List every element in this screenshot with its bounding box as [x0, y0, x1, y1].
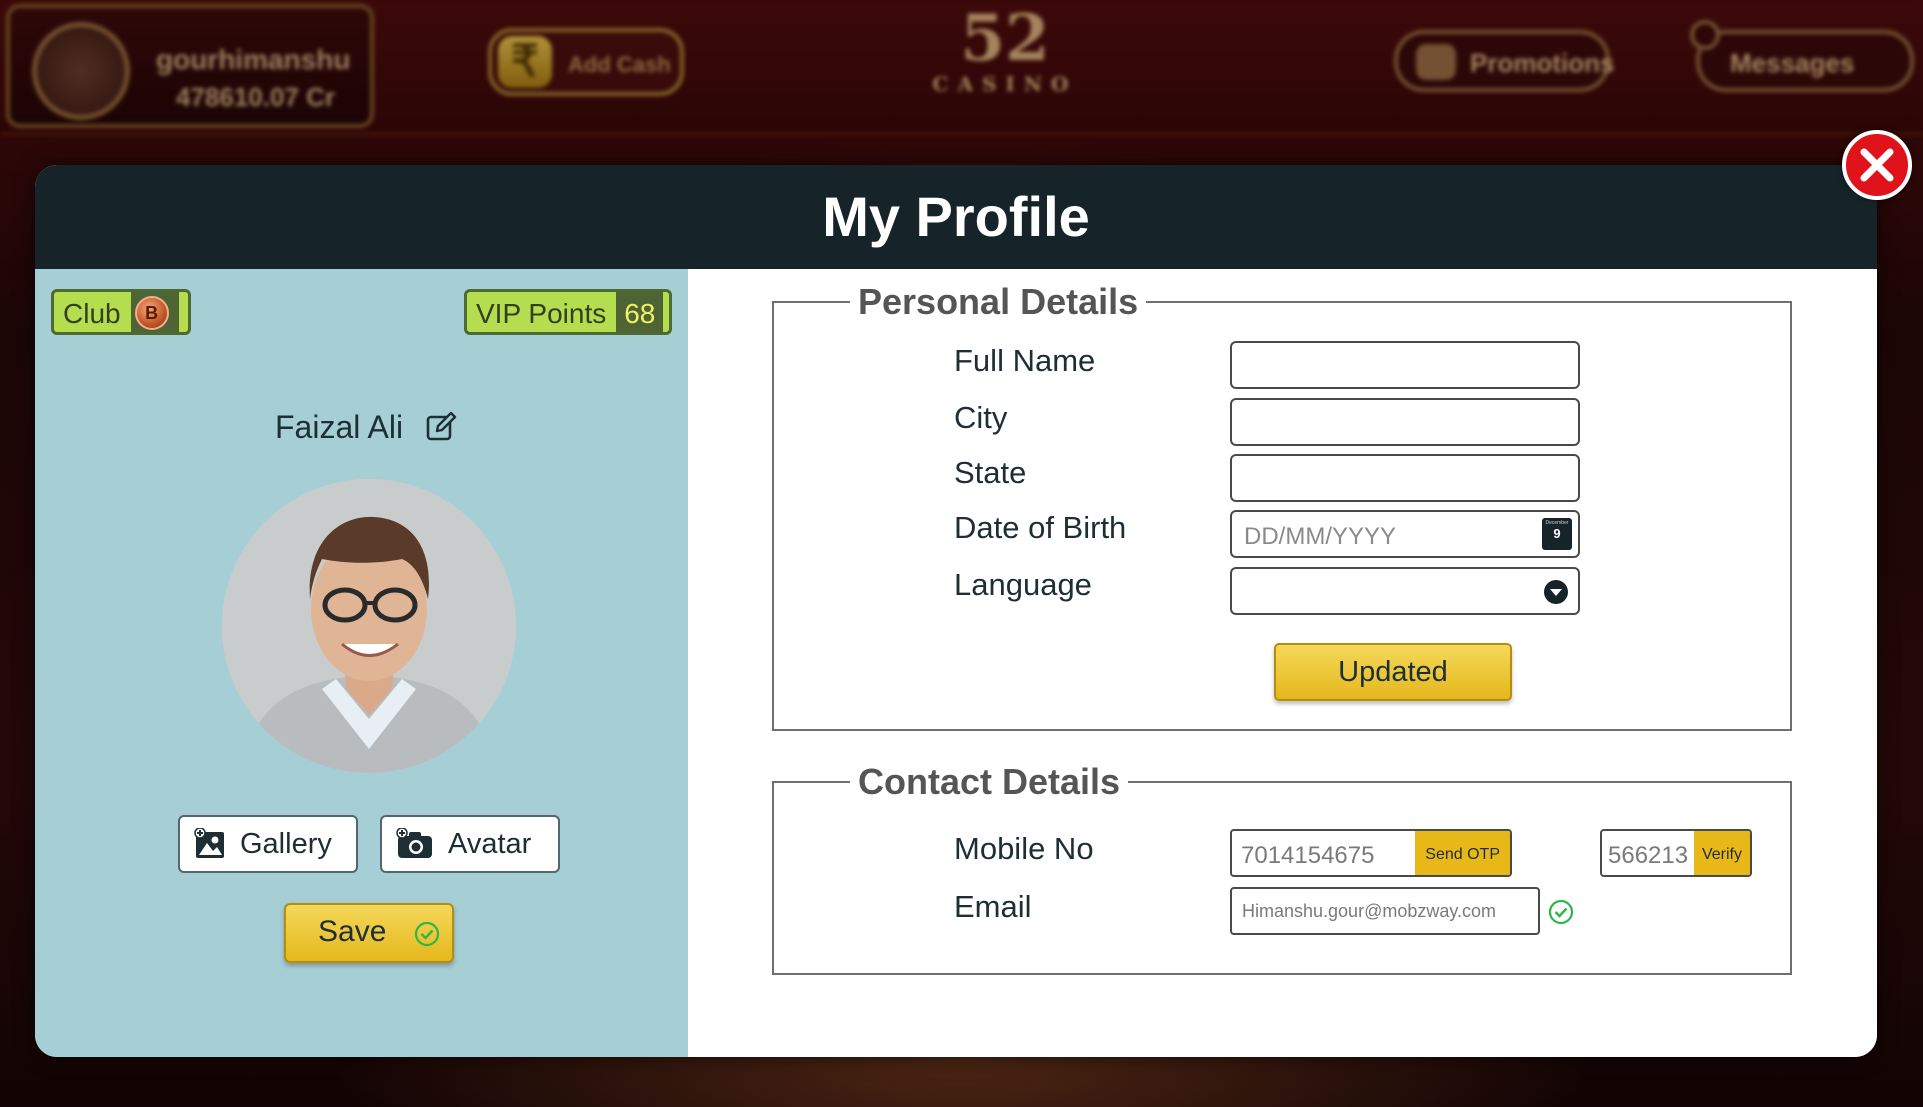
- avatar-button[interactable]: Avatar: [380, 815, 560, 873]
- vip-points-label: VIP Points: [476, 298, 607, 329]
- user-balance: 478610.07 Cr: [176, 82, 336, 112]
- player-name: Faizal Ali: [275, 409, 404, 445]
- otp-field[interactable]: 566213 Verify: [1600, 829, 1752, 877]
- profile-sidebar: Club B VIP Points 68 Faizal Ali Gallery …: [35, 269, 688, 1057]
- club-badge: Club B: [51, 289, 191, 335]
- details-panel: Personal Details Full Name City State Da…: [688, 269, 1877, 1057]
- gallery-label: Gallery: [240, 827, 332, 860]
- mobile-field[interactable]: 7014154675 Send OTP: [1230, 829, 1512, 877]
- profile-photo: [222, 479, 516, 773]
- mobile-value: 7014154675: [1241, 842, 1375, 869]
- personal-details-section: Personal Details Full Name City State Da…: [772, 281, 1792, 731]
- state-label: State: [954, 455, 1027, 490]
- update-button[interactable]: Updated: [1274, 643, 1512, 701]
- full-name-label: Full Name: [954, 343, 1096, 378]
- profile-modal: My Profile Club B VIP Points 68 Faizal A…: [35, 165, 1877, 1057]
- email-field[interactable]: Himanshu.gour@mobzway.com: [1230, 887, 1540, 935]
- email-verified-icon: [1548, 899, 1574, 925]
- check-circle-icon: [414, 921, 440, 947]
- club-value: B: [130, 292, 179, 332]
- contact-details-legend: Contact Details: [850, 761, 1129, 803]
- close-icon: [1860, 148, 1894, 182]
- dob-placeholder: DD/MM/YYYY: [1244, 523, 1397, 550]
- username: gourhimanshu: [156, 44, 351, 75]
- edit-icon[interactable]: [425, 411, 457, 443]
- avatar-label: Avatar: [448, 827, 532, 860]
- modal-title: My Profile: [822, 185, 1090, 248]
- contact-details-section: Contact Details Mobile No 7014154675 Sen…: [772, 761, 1792, 975]
- club-coin-icon: B: [134, 296, 169, 330]
- gallery-icon: [194, 828, 224, 858]
- language-label: Language: [954, 567, 1092, 602]
- camera-icon: [396, 828, 432, 858]
- game-top-bar: gourhimanshu 478610.07 Cr ₹ Add Cash 52 …: [0, 0, 1923, 135]
- chevron-down-icon: [1544, 580, 1568, 604]
- dob-input[interactable]: DD/MM/YYYY December 9: [1230, 510, 1580, 558]
- calendar-day: 9: [1553, 526, 1561, 541]
- vip-points-badge: VIP Points 68: [464, 289, 672, 335]
- messages-button[interactable]: Messages: [1690, 20, 1914, 92]
- casino-logo: 52 CASINO: [930, 1, 1080, 97]
- user-avatar: [32, 22, 130, 120]
- logo-word: CASINO: [932, 72, 1078, 96]
- gift-icon: [1416, 44, 1456, 80]
- user-info-box[interactable]: gourhimanshu 478610.07 Cr: [6, 4, 374, 128]
- calendar-month: December: [1545, 520, 1569, 526]
- email-value: Himanshu.gour@mobzway.com: [1242, 901, 1497, 921]
- mobile-label: Mobile No: [954, 831, 1094, 866]
- add-cash-label: Add Cash: [568, 52, 671, 77]
- club-label: Club: [63, 298, 121, 329]
- messages-label: Messages: [1730, 48, 1855, 78]
- rupee-icon: ₹: [498, 36, 552, 88]
- full-name-input[interactable]: [1230, 341, 1580, 389]
- state-input[interactable]: [1230, 454, 1580, 502]
- city-label: City: [954, 400, 1008, 435]
- personal-details-legend: Personal Details: [850, 281, 1147, 323]
- save-button[interactable]: Save: [284, 903, 454, 963]
- close-button[interactable]: [1842, 130, 1912, 200]
- save-label: Save: [318, 915, 387, 948]
- calendar-icon[interactable]: December 9: [1542, 518, 1572, 550]
- add-cash-button[interactable]: ₹ Add Cash: [488, 28, 684, 96]
- promotions-label: Promotions: [1470, 48, 1615, 78]
- vip-points-value: 68: [616, 292, 664, 332]
- language-select[interactable]: [1230, 567, 1580, 615]
- send-otp-button[interactable]: Send OTP: [1415, 831, 1510, 875]
- promotions-button[interactable]: Promotions: [1394, 30, 1614, 92]
- modal-header: My Profile: [35, 165, 1877, 269]
- logo-number: 52: [960, 1, 1050, 76]
- gallery-button[interactable]: Gallery: [178, 815, 358, 873]
- dob-label: Date of Birth: [954, 510, 1127, 545]
- verify-button[interactable]: Verify: [1693, 831, 1750, 875]
- notification-dot-icon: [1690, 20, 1720, 50]
- email-label: Email: [954, 889, 1032, 924]
- city-input[interactable]: [1230, 398, 1580, 446]
- otp-value: 566213: [1608, 842, 1689, 869]
